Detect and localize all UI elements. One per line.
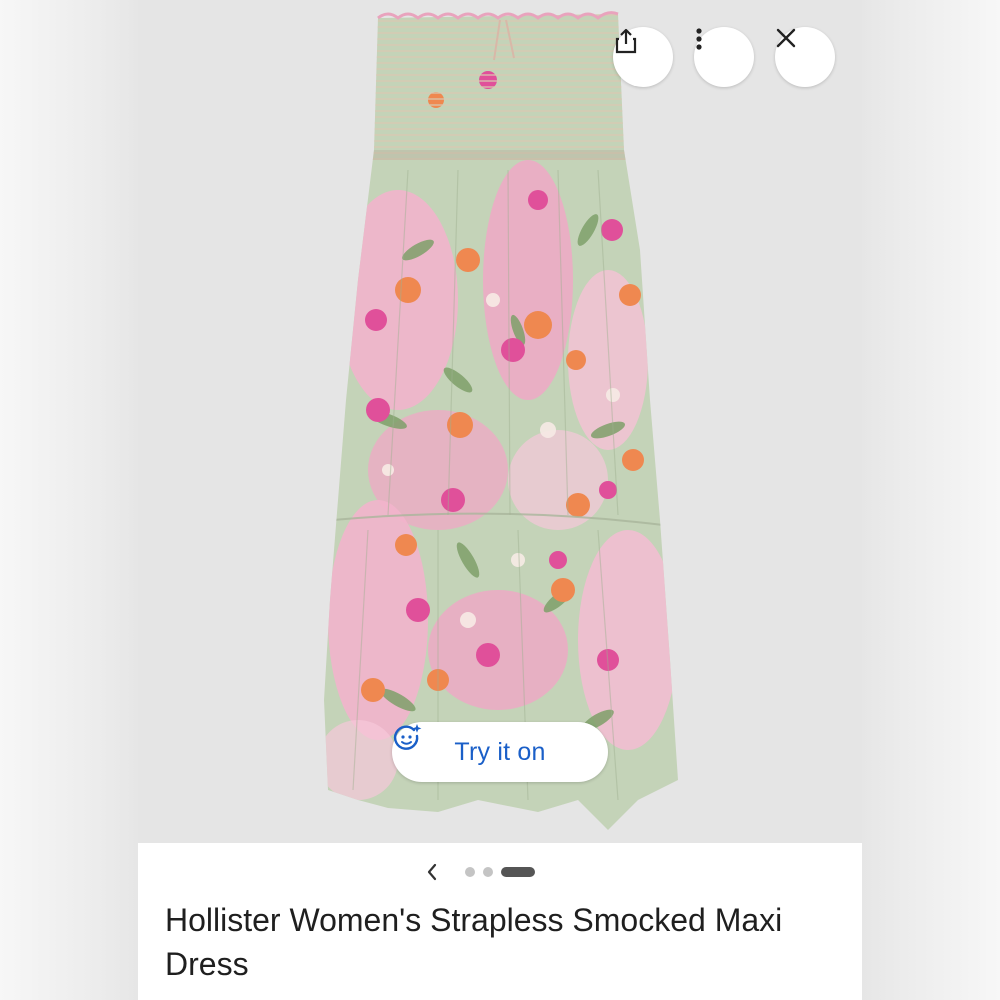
- product-card: Try it on Hollister Women's Strapless Sm…: [138, 0, 862, 1000]
- left-margin: [0, 0, 138, 1000]
- try-on-face-sparkle-icon: [393, 724, 422, 750]
- pager-dot-1[interactable]: [465, 867, 475, 877]
- product-image[interactable]: Try it on: [138, 0, 862, 843]
- share-icon: [615, 28, 637, 54]
- image-pager: [138, 843, 862, 901]
- try-it-on-button[interactable]: Try it on: [392, 722, 608, 782]
- try-it-on-label: Try it on: [454, 737, 546, 766]
- previous-image-button[interactable]: [422, 859, 442, 885]
- close-icon: [776, 28, 796, 48]
- share-button[interactable]: [613, 27, 673, 87]
- more-vertical-icon: [696, 28, 702, 50]
- dress-illustration: [324, 11, 678, 830]
- more-options-button[interactable]: [694, 27, 754, 87]
- pager-dot-3-active[interactable]: [501, 867, 535, 877]
- pager-dot-2[interactable]: [483, 867, 493, 877]
- right-margin: [862, 0, 1000, 1000]
- product-title: Hollister Women's Strapless Smocked Maxi…: [165, 902, 783, 982]
- chevron-left-icon: [427, 863, 437, 881]
- close-button[interactable]: [775, 27, 835, 87]
